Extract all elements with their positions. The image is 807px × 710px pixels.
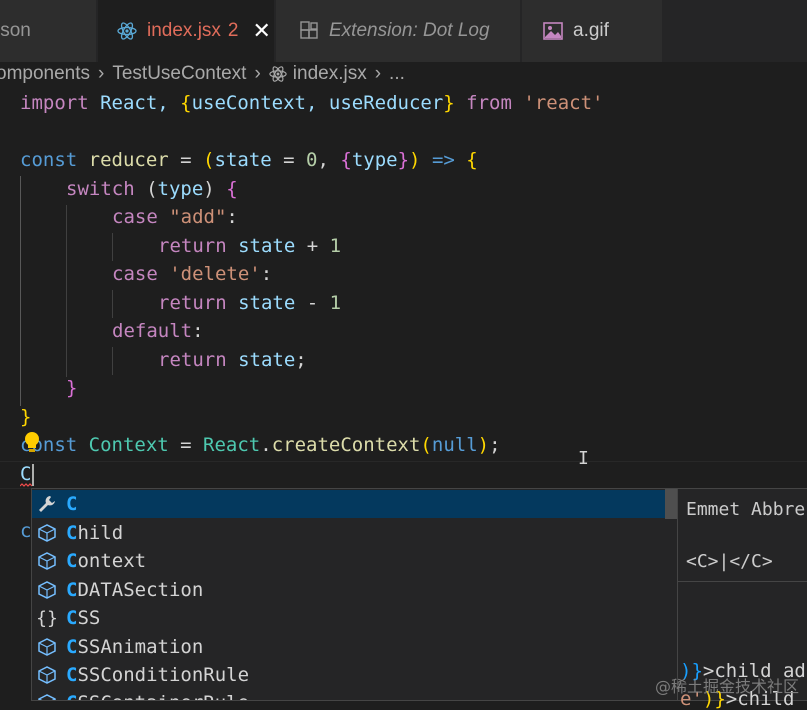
suggestion-item[interactable]: {} C SS [32, 604, 665, 632]
code-line: return state + 1 [158, 235, 342, 257]
code-line: default: [112, 320, 204, 342]
breadcrumb: omponents › TestUseContext › index.jsx ›… [0, 62, 807, 86]
suggestion-scrollbar[interactable] [665, 489, 677, 519]
chevron-right-icon: › [98, 63, 105, 84]
code-line: const reducer = (state = 0, {type}) => { [20, 149, 478, 171]
wrench-icon [35, 492, 59, 516]
tab-label: a.gif [573, 20, 609, 41]
details-title: Emmet Abbre [686, 499, 806, 520]
code-line: return state - 1 [158, 292, 342, 314]
error-squiggle [20, 483, 32, 487]
watermark: @稀土掘金技术社区 [654, 677, 799, 696]
tab-extension-dot-log[interactable]: Extension: Dot Log [276, 0, 520, 62]
code-line: import React, {useContext, useReducer} f… [20, 92, 604, 114]
close-icon[interactable]: ✕ [253, 18, 271, 44]
tab-label: Extension: Dot Log [329, 20, 490, 41]
suggestion-item[interactable]: Child [32, 519, 665, 547]
tab-bar: json index.jsx 2 ✕ Extension: Dot Log a.… [0, 0, 807, 62]
tab-a-gif[interactable]: a.gif [522, 0, 662, 62]
extensions-icon [298, 20, 320, 42]
suggestion-item[interactable]: C DATASection [32, 576, 665, 604]
suggestion-item[interactable]: C SSAnimation [32, 633, 665, 661]
code-line: c [20, 520, 32, 542]
details-preview: <C>|</C> [686, 551, 773, 572]
tab-label: json [0, 20, 31, 41]
variable-icon [35, 521, 59, 545]
code-line: } [20, 406, 32, 428]
chevron-right-icon: › [374, 63, 382, 84]
details-divider [678, 581, 807, 582]
image-icon [542, 20, 564, 42]
indent-guide [112, 347, 113, 375]
code-line: case 'delete': [112, 263, 273, 285]
text-cursor [32, 464, 34, 486]
indent-guide-active [20, 176, 21, 406]
suggestion-list[interactable]: C Child Context C DATASection {} C SS C SSA… [31, 488, 678, 701]
mouse-ibeam-cursor: Ι [578, 448, 589, 469]
code-line: case "add": [112, 206, 238, 228]
indent-guide [112, 233, 113, 261]
indent-guide [66, 205, 67, 377]
suggestion-item[interactable]: CSSContainerRule [32, 689, 665, 700]
current-line-highlight [0, 461, 807, 489]
variable-icon [35, 549, 59, 573]
suggestion-item[interactable]: C [32, 490, 665, 518]
modified-count-badge: 2 [227, 20, 239, 41]
tab-label: index.jsx [147, 20, 221, 41]
variable-icon [35, 663, 59, 687]
breadcrumb-more[interactable]: ... [389, 63, 405, 85]
suggestion-item[interactable]: C SSConditionRule [32, 661, 665, 689]
code-line: } [66, 377, 78, 399]
breadcrumb-components[interactable]: omponents [0, 63, 90, 85]
code-line: return state; [158, 349, 307, 371]
indent-guide [112, 290, 113, 318]
braces-icon: {} [36, 607, 58, 629]
breadcrumb-testusecontext[interactable]: TestUseContext [112, 63, 246, 85]
react-icon [269, 65, 287, 83]
code-line: switch (type) { [66, 178, 238, 200]
breadcrumb-index-jsx[interactable]: index.jsx [293, 63, 367, 85]
variable-icon [35, 691, 59, 700]
variable-icon [35, 635, 59, 659]
code-line: const Context = React.createContext(null… [20, 434, 501, 456]
tab-index-jsx[interactable]: index.jsx 2 ✕ [98, 0, 274, 62]
react-icon [116, 20, 138, 42]
tab-json[interactable]: json [0, 0, 96, 62]
chevron-right-icon: › [254, 63, 261, 84]
variable-icon [35, 578, 59, 602]
lightbulb-icon[interactable] [22, 431, 42, 455]
suggestion-item[interactable]: Context [32, 547, 665, 575]
